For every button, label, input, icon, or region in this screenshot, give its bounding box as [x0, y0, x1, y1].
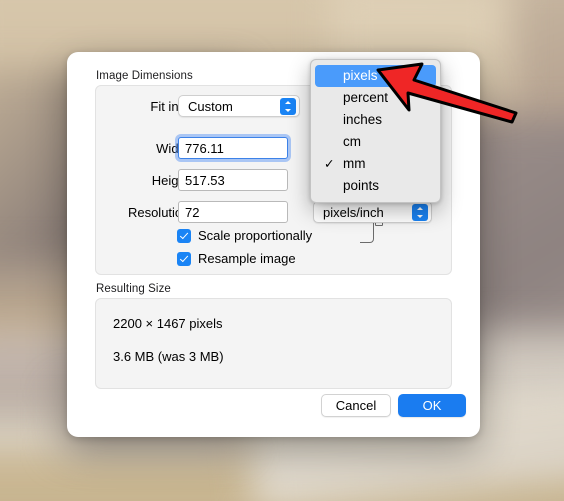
resolution-unit-value: pixels/inch [323, 205, 384, 220]
resample-image-checkbox-row[interactable]: Resample image [177, 251, 296, 266]
ok-button[interactable]: OK [398, 394, 466, 417]
menu-item-label: points [343, 178, 380, 193]
menu-item-label: percent [343, 90, 389, 105]
resulting-filesize-text: 3.6 MB (was 3 MB) [113, 349, 224, 364]
menu-item-points[interactable]: points [315, 175, 436, 197]
chevron-updown-icon [412, 204, 428, 221]
scale-proportionally-label: Scale proportionally [198, 228, 313, 243]
fit-into-select[interactable]: Custom [178, 95, 300, 117]
menu-item-label: mm [343, 156, 366, 171]
height-input[interactable] [178, 169, 288, 191]
resolution-label: Resolution: [127, 205, 193, 220]
unit-dropdown-menu[interactable]: pixels percent inches cm ✓ mm points [310, 59, 441, 203]
menu-item-mm[interactable]: ✓ mm [315, 153, 436, 175]
image-dimensions-group-title: Image Dimensions [96, 70, 193, 82]
menu-item-label: cm [343, 134, 361, 149]
check-icon: ✓ [324, 157, 335, 171]
resolution-unit-select[interactable]: pixels/inch [313, 201, 432, 223]
width-input[interactable] [178, 137, 288, 159]
resulting-size-group-box: 2200 × 1467 pixels 3.6 MB (was 3 MB) [95, 298, 452, 389]
resample-image-label: Resample image [198, 251, 296, 266]
menu-item-label: inches [343, 112, 383, 127]
checkbox-checked-icon[interactable] [177, 228, 191, 243]
menu-item-inches[interactable]: inches [315, 109, 436, 131]
cancel-button[interactable]: Cancel [321, 394, 391, 417]
fit-into-label: Fit into: [150, 99, 193, 114]
width-label: Width: [156, 141, 193, 156]
menu-item-label: pixels [343, 68, 378, 83]
height-label: Height: [151, 173, 193, 188]
resulting-dimensions-text: 2200 × 1467 pixels [113, 316, 223, 331]
menu-item-percent[interactable]: percent [315, 87, 436, 109]
fit-into-select-value: Custom [188, 99, 233, 114]
checkbox-checked-icon[interactable] [177, 251, 191, 266]
resolution-input[interactable] [178, 201, 288, 223]
menu-item-cm[interactable]: cm [315, 131, 436, 153]
resulting-size-group-title: Resulting Size [96, 283, 171, 295]
scale-proportionally-checkbox-row[interactable]: Scale proportionally [177, 228, 312, 243]
chevron-updown-icon [280, 98, 296, 115]
menu-item-pixels[interactable]: pixels [315, 65, 436, 87]
